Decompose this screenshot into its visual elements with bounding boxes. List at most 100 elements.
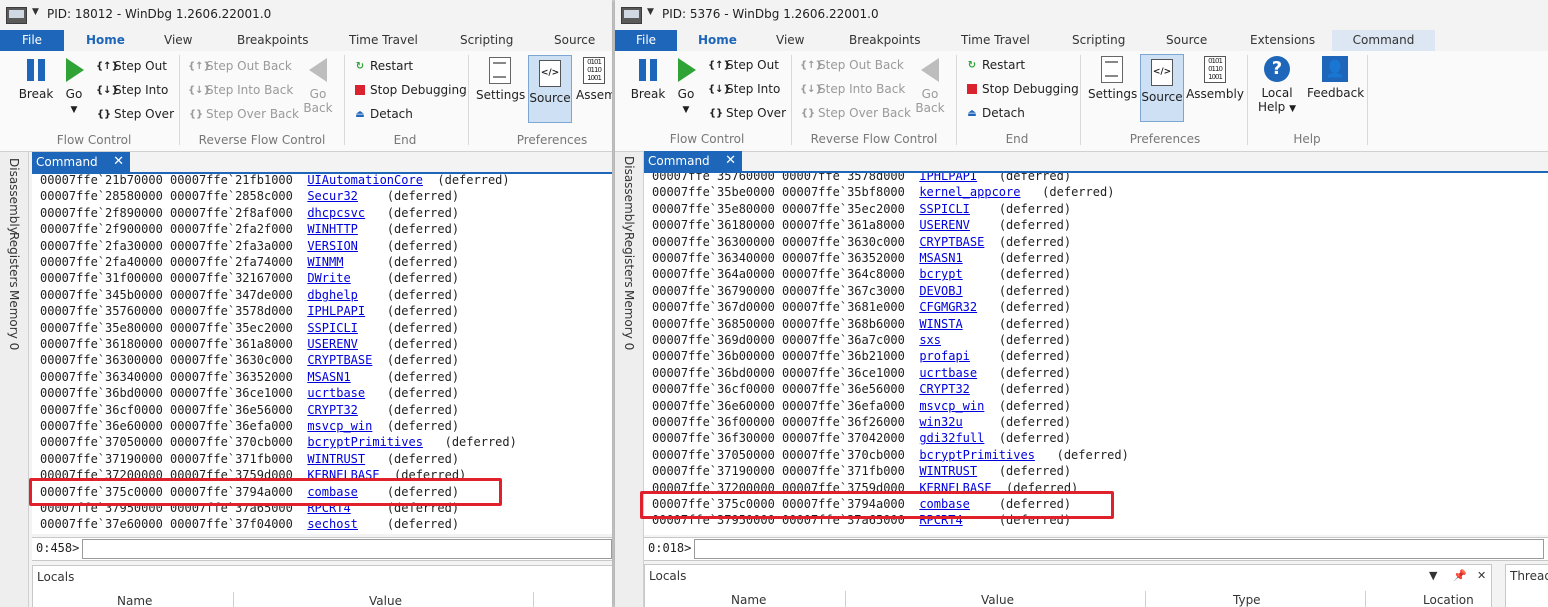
tab-registers[interactable]: Registers xyxy=(622,232,636,288)
step-into-button[interactable]: {↓}Step Into xyxy=(708,79,780,99)
module-name-link[interactable]: MSASN1 xyxy=(919,251,962,265)
step-into-back-button[interactable]: {↓}Step Into Back xyxy=(800,79,905,99)
column-divider[interactable] xyxy=(533,592,534,607)
module-name-link[interactable]: CRYPTBASE xyxy=(919,235,984,249)
tab-time-travel[interactable]: Time Travel xyxy=(349,30,418,51)
tab-view[interactable]: View xyxy=(776,30,804,51)
command-input[interactable] xyxy=(82,539,612,559)
detach-button[interactable]: ⏏ Detach xyxy=(964,103,1025,123)
break-button[interactable]: Break xyxy=(18,57,54,101)
command-output[interactable]: 00007ffe`35760000 00007ffe`3578d000 IPHL… xyxy=(644,173,1548,535)
step-over-back-button[interactable]: {} Step Over Back xyxy=(800,103,911,123)
tab-registers[interactable]: Registers xyxy=(7,232,21,288)
stop-debugging-button[interactable]: Stop Debugging xyxy=(964,79,1079,99)
module-name-link[interactable]: DEVOBJ xyxy=(919,284,962,298)
module-name-link[interactable]: IPHLPAPI xyxy=(307,304,365,318)
restart-button[interactable]: ↻ Restart xyxy=(352,56,413,76)
tab-home[interactable]: Home xyxy=(86,30,125,51)
module-name-link[interactable]: bcrypt xyxy=(919,267,962,281)
module-name-link[interactable]: SSPICLI xyxy=(307,321,358,335)
module-name-link[interactable]: bcryptPrimitives xyxy=(919,448,1035,462)
source-button[interactable]: </> Source xyxy=(1140,54,1184,122)
tab-source[interactable]: Source xyxy=(1166,30,1207,51)
tab-file[interactable]: File xyxy=(0,30,64,51)
tab-time-travel[interactable]: Time Travel xyxy=(961,30,1030,51)
tab-disassembly[interactable]: Disassembly xyxy=(7,158,21,234)
module-name-link[interactable]: msvcp_win xyxy=(307,419,372,433)
windbg-app-icon[interactable] xyxy=(6,7,27,24)
column-header-name[interactable]: Name xyxy=(117,594,152,607)
module-name-link[interactable]: SSPICLI xyxy=(919,202,970,216)
tab-view[interactable]: View xyxy=(164,30,192,51)
source-button[interactable]: </> Source xyxy=(528,55,572,123)
module-name-link[interactable]: USERENV xyxy=(307,337,358,351)
module-name-link[interactable]: DWrite xyxy=(307,271,350,285)
module-name-link[interactable]: MSASN1 xyxy=(307,370,350,384)
close-icon[interactable]: ✕ xyxy=(1477,569,1486,582)
go-back-button[interactable]: Go Back xyxy=(914,57,946,115)
local-help-button[interactable]: ? Local Help ▼ xyxy=(1257,56,1297,114)
tab-source[interactable]: Source xyxy=(554,30,595,51)
module-name-link[interactable]: WINSTA xyxy=(919,317,962,331)
windbg-app-icon[interactable] xyxy=(621,7,642,24)
settings-button[interactable]: Settings xyxy=(1088,56,1137,101)
command-input[interactable] xyxy=(694,539,1544,559)
module-name-link[interactable]: bcryptPrimitives xyxy=(307,435,423,449)
column-header-location[interactable]: Location xyxy=(1423,593,1474,607)
module-name-link[interactable]: win32u xyxy=(919,415,962,429)
step-into-back-button[interactable]: {↓}Step Into Back xyxy=(188,80,293,100)
tab-memory-0[interactable]: Memory 0 xyxy=(7,290,21,350)
detach-button[interactable]: ⏏ Detach xyxy=(352,104,413,124)
module-name-link[interactable]: msvcp_win xyxy=(919,399,984,413)
module-name-link[interactable]: WINHTTP xyxy=(307,222,358,236)
column-divider[interactable] xyxy=(845,591,846,607)
column-header-value[interactable]: Value xyxy=(369,594,402,607)
tab-disassembly[interactable]: Disassembly xyxy=(622,156,636,232)
tab-breakpoints[interactable]: Breakpoints xyxy=(849,30,920,51)
go-back-button[interactable]: Go Back xyxy=(302,57,334,115)
module-name-link[interactable]: kernel_appcore xyxy=(919,185,1020,199)
module-name-link[interactable]: IPHLPAPI xyxy=(919,173,977,183)
module-name-link[interactable]: sechost xyxy=(307,517,358,531)
module-name-link[interactable]: WINTRUST xyxy=(919,464,977,478)
restart-button[interactable]: ↻ Restart xyxy=(964,55,1025,75)
settings-button[interactable]: Settings xyxy=(476,57,525,102)
module-name-link[interactable]: ucrtbase xyxy=(307,386,365,400)
threads-title[interactable]: Thread xyxy=(1510,569,1548,583)
quick-access-chevron-icon[interactable]: ▼ xyxy=(32,7,39,17)
step-out-back-button[interactable]: {↑}Step Out Back xyxy=(188,56,292,76)
column-divider[interactable] xyxy=(1365,591,1366,607)
tab-breakpoints[interactable]: Breakpoints xyxy=(237,30,308,51)
module-name-link[interactable]: CRYPTBASE xyxy=(307,353,372,367)
command-panel-tab[interactable]: Command ✕ xyxy=(644,151,742,171)
step-out-back-button[interactable]: {↑}Step Out Back xyxy=(800,55,904,75)
break-button[interactable]: Break xyxy=(630,57,666,101)
tab-scripting[interactable]: Scripting xyxy=(1072,30,1125,51)
module-name-link[interactable]: CRYPT32 xyxy=(307,403,358,417)
module-name-link[interactable]: CRYPT32 xyxy=(919,382,970,396)
module-name-link[interactable]: WINMM xyxy=(307,255,343,269)
command-panel-tab[interactable]: Command ✕ xyxy=(32,152,130,172)
close-icon[interactable]: ✕ xyxy=(113,152,124,172)
tab-home[interactable]: Home xyxy=(698,30,737,51)
module-name-link[interactable]: USERENV xyxy=(919,218,970,232)
step-into-button[interactable]: {↓}Step Into xyxy=(96,80,168,100)
tab-command[interactable]: Command xyxy=(1332,30,1435,51)
step-over-back-button[interactable]: {} Step Over Back xyxy=(188,104,299,124)
column-header-name[interactable]: Name xyxy=(731,593,766,607)
module-name-link[interactable]: ucrtbase xyxy=(919,366,977,380)
column-divider[interactable] xyxy=(233,592,234,607)
tab-file[interactable]: File xyxy=(615,30,677,51)
go-button[interactable]: Go ▼ xyxy=(60,57,88,115)
stop-debugging-button[interactable]: Stop Debugging xyxy=(352,80,467,100)
module-name-link[interactable]: VERSION xyxy=(307,239,358,253)
step-over-button[interactable]: {} Step Over xyxy=(96,104,174,124)
feedback-button[interactable]: 👤 Feedback xyxy=(1307,56,1364,100)
assembly-button[interactable]: 010101101001 Assemb xyxy=(576,57,612,102)
module-name-link[interactable]: gdi32full xyxy=(919,431,984,445)
column-header-type[interactable]: Type xyxy=(1233,593,1261,607)
dropdown-arrow-icon[interactable]: ▼ xyxy=(1429,569,1437,582)
module-name-link[interactable]: Secur32 xyxy=(307,189,358,203)
tab-scripting[interactable]: Scripting xyxy=(460,30,513,51)
close-icon[interactable]: ✕ xyxy=(725,151,736,171)
